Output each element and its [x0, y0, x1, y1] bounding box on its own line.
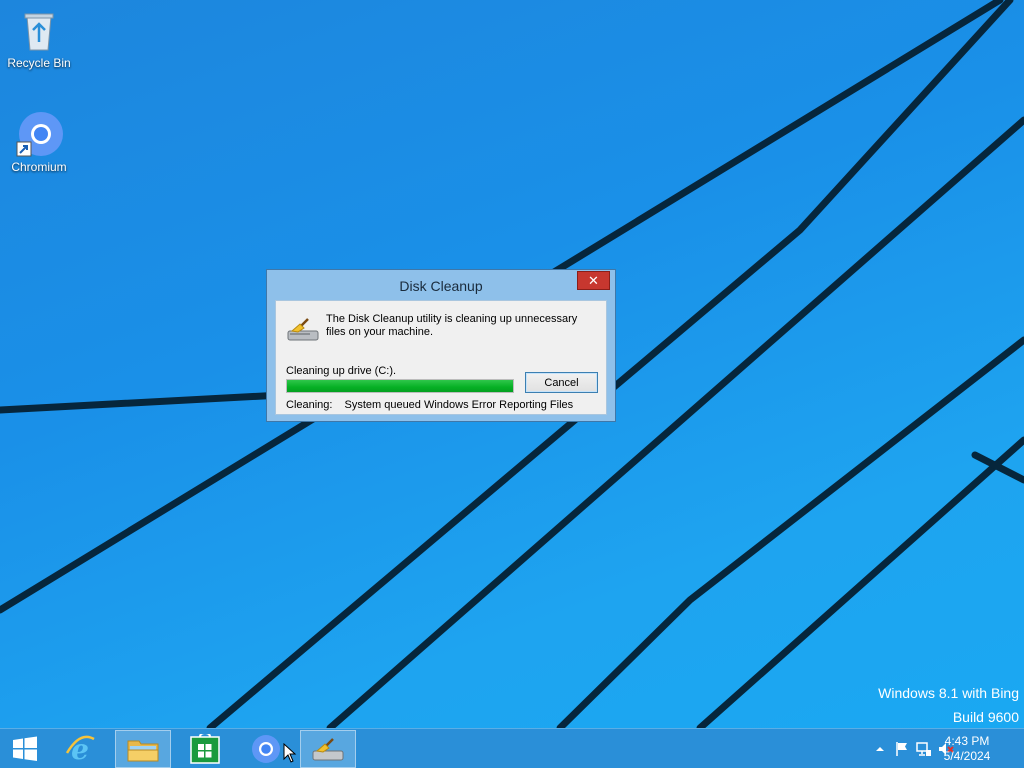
desktop-icon-recycle-bin[interactable]: Recycle Bin — [1, 6, 77, 70]
dialog-body: The Disk Cleanup utility is cleaning up … — [275, 300, 607, 415]
taskbar-file-explorer[interactable] — [115, 730, 171, 768]
action-center-flag-icon[interactable] — [894, 741, 910, 757]
folder-icon — [127, 740, 159, 762]
desktop-icon-label: Chromium — [11, 160, 67, 174]
cancel-button[interactable]: Cancel — [525, 372, 598, 393]
watermark-edition: Windows 8.1 with Bing — [878, 685, 1019, 701]
status-prefix: Cleaning: — [286, 399, 333, 411]
status-row: Cleaning: System queued Windows Error Rep… — [286, 399, 573, 411]
watermark-build: Build 9600 — [952, 709, 1019, 725]
dialog-title[interactable]: Disk Cleanup — [267, 270, 615, 300]
drive-label: Cleaning up drive (C:). — [286, 365, 397, 377]
taskbar-disk-cleanup[interactable] — [300, 730, 356, 768]
internet-explorer-icon: e — [65, 733, 95, 765]
progress-fill — [287, 380, 513, 392]
clock[interactable]: 4:43 PM 5/4/2024 — [932, 734, 1002, 764]
mouse-cursor-icon — [283, 743, 297, 763]
dialog-message: The Disk Cleanup utility is cleaning up … — [326, 313, 578, 338]
disk-cleanup-icon — [312, 738, 344, 761]
chromium-icon — [252, 735, 280, 763]
status-value: System queued Windows Error Reporting Fi… — [344, 399, 574, 411]
start-button[interactable] — [0, 730, 50, 768]
show-hidden-icons-icon[interactable] — [872, 741, 888, 757]
close-button[interactable]: ✕ — [577, 271, 610, 290]
store-icon — [190, 734, 220, 764]
desktop[interactable]: Recycle Bin Chromium Windows 8.1 with Bi… — [0, 0, 1024, 728]
taskbar-internet-explorer[interactable]: e — [52, 730, 108, 768]
recycle-bin-icon — [15, 6, 63, 54]
network-icon[interactable] — [916, 741, 932, 757]
chromium-icon — [15, 110, 63, 158]
taskbar: e 4:43 PM 5/4/2024 — [0, 728, 1024, 768]
disk-cleanup-icon — [286, 315, 320, 343]
clock-date: 5/4/2024 — [943, 749, 991, 763]
clock-time: 4:43 PM — [944, 734, 990, 748]
system-tray: 4:43 PM 5/4/2024 — [844, 729, 1024, 769]
desktop-icon-label: Recycle Bin — [7, 56, 71, 70]
desktop-icon-chromium[interactable]: Chromium — [1, 110, 77, 174]
disk-cleanup-dialog[interactable]: Disk Cleanup ✕ The Disk Cleanup utility … — [266, 269, 616, 422]
taskbar-store[interactable] — [177, 730, 233, 768]
windows-logo-icon — [13, 736, 37, 761]
progress-bar — [286, 379, 514, 393]
